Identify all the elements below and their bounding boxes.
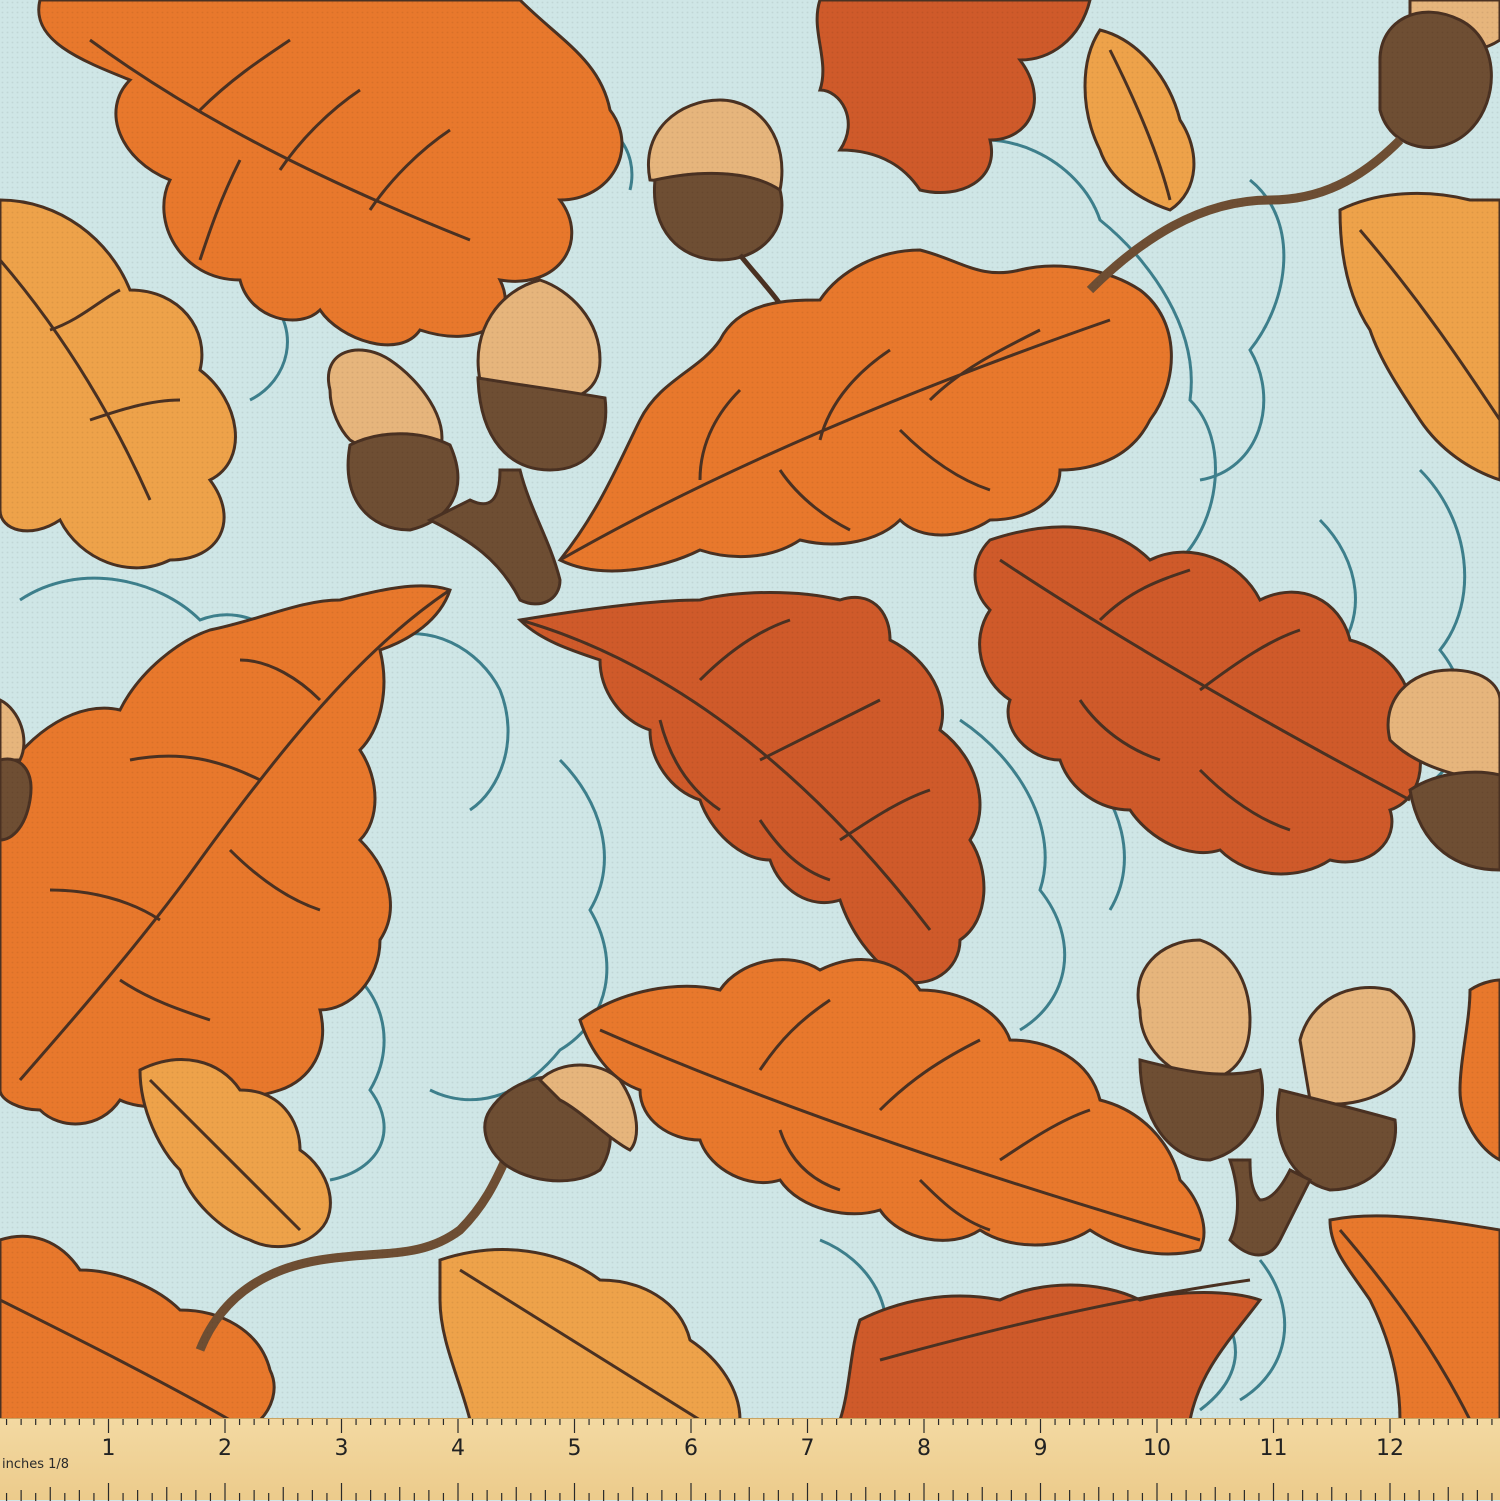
ruler-ticks: 1234567891011121 [5,1419,1493,1501]
ruler-number: 12 [1376,1436,1404,1461]
ruler-number: 3 [335,1436,349,1461]
ruler-number: 9 [1034,1436,1048,1461]
fabric-texture [0,0,1500,1420]
ruler-number: 1 [102,1436,116,1461]
ruler-number: 7 [801,1436,815,1461]
leaf-pattern-illustration [0,0,1500,1420]
ruler-number: 6 [684,1436,698,1461]
ruler-number: 11 [1260,1436,1288,1461]
ruler-number: 2 [218,1436,232,1461]
ruler-number: 10 [1143,1436,1171,1461]
measuring-ruler: 1234567891011121 inches 1/8 [0,1418,1500,1501]
ruler-number: 8 [917,1436,931,1461]
fabric-pattern [0,0,1500,1500]
ruler-number: 5 [568,1436,582,1461]
ruler-unit-label: inches 1/8 [2,1457,70,1472]
ruler-number: 4 [451,1436,465,1461]
